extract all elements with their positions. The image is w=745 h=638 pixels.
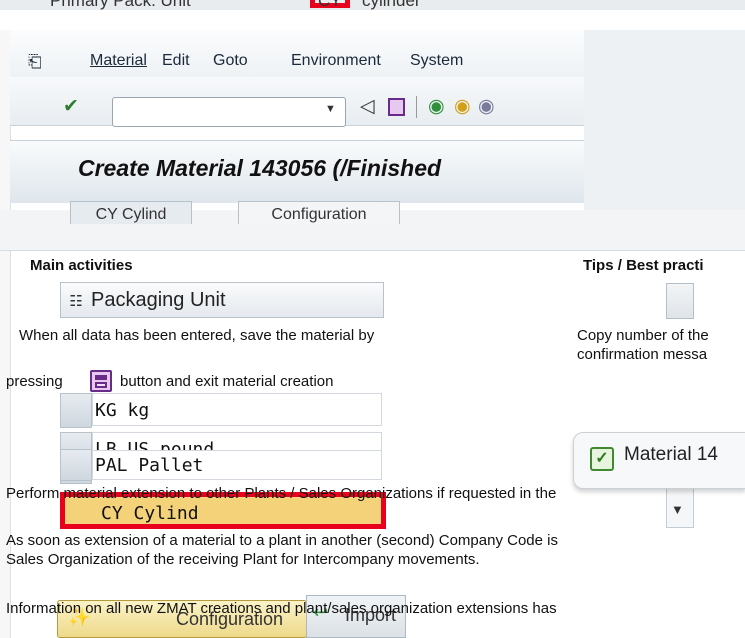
menu-exit-icon[interactable]: ⎗ (28, 52, 42, 72)
page-title: Create Material 143056 (/Finished (78, 155, 442, 181)
background-right-panel (584, 30, 745, 210)
table-row[interactable]: PAL Pallet (92, 450, 382, 480)
menu-system[interactable]: System (410, 52, 463, 70)
extension-instruction: Perform material extension to other Plan… (6, 485, 557, 502)
table-row[interactable]: KG kg (92, 393, 382, 426)
packaging-unit-header-label: Packaging Unit (91, 289, 226, 311)
confirmation-message-text: Material 14 (624, 444, 718, 465)
tips-heading: Tips / Best practi (583, 257, 704, 274)
row-select[interactable] (60, 393, 92, 428)
list-settings-icon[interactable]: ☷ (61, 285, 91, 319)
intercompany-instruction-1: As soon as extension of a material to a … (6, 532, 558, 549)
tips-line-2: confirmation messa (577, 346, 708, 363)
info-instruction: Information on all new ZMAT creations an… (6, 600, 557, 617)
main-activities-heading: Main activities (30, 257, 133, 274)
nav-back-icon[interactable]: ◉ (428, 96, 445, 118)
menu-material[interactable]: Material (90, 52, 147, 70)
primary-pack-unit-label: Primary Pack. Unit (50, 0, 191, 10)
scroll-down-icon[interactable]: ▼ (671, 502, 684, 517)
save-instruction-line-1: When all data has been entered, save the… (19, 327, 375, 344)
row-select[interactable] (60, 449, 92, 481)
menu-environment[interactable]: Environment (291, 52, 381, 70)
back-triangle-icon[interactable]: ◁ (360, 96, 375, 118)
command-field[interactable] (112, 97, 346, 127)
intercompany-instruction-2: Sales Organization of the receiving Plan… (6, 551, 480, 568)
confirm-check-icon[interactable]: ✔ (63, 96, 79, 118)
toolbar-separator (416, 96, 417, 118)
tab-cy-cylind[interactable]: CY Cylind (70, 201, 192, 224)
menu-edit[interactable]: Edit (162, 52, 190, 70)
exit-icon[interactable]: ◉ (454, 96, 471, 118)
cancel-icon[interactable]: ◉ (478, 96, 495, 118)
success-check-icon: ✓ (590, 447, 614, 471)
scroll-top-box[interactable] (666, 283, 694, 319)
primary-pack-unit-value: CY (318, 0, 342, 10)
command-dropdown-icon[interactable]: ▼ (325, 103, 336, 115)
toolbar-save-icon[interactable] (388, 98, 405, 116)
save-instruction-pressing: pressing (6, 373, 63, 390)
save-icon (90, 370, 112, 392)
tips-line-1: Copy number of the (577, 327, 709, 344)
save-instruction-line-2: button and exit material creation (120, 373, 334, 390)
packaging-unit-header[interactable]: ☷ Packaging Unit (60, 282, 384, 318)
menu-goto[interactable]: Goto (213, 52, 248, 70)
primary-pack-unit-desc: cylinder (362, 0, 421, 10)
tab-configuration[interactable]: Configuration (238, 201, 400, 224)
